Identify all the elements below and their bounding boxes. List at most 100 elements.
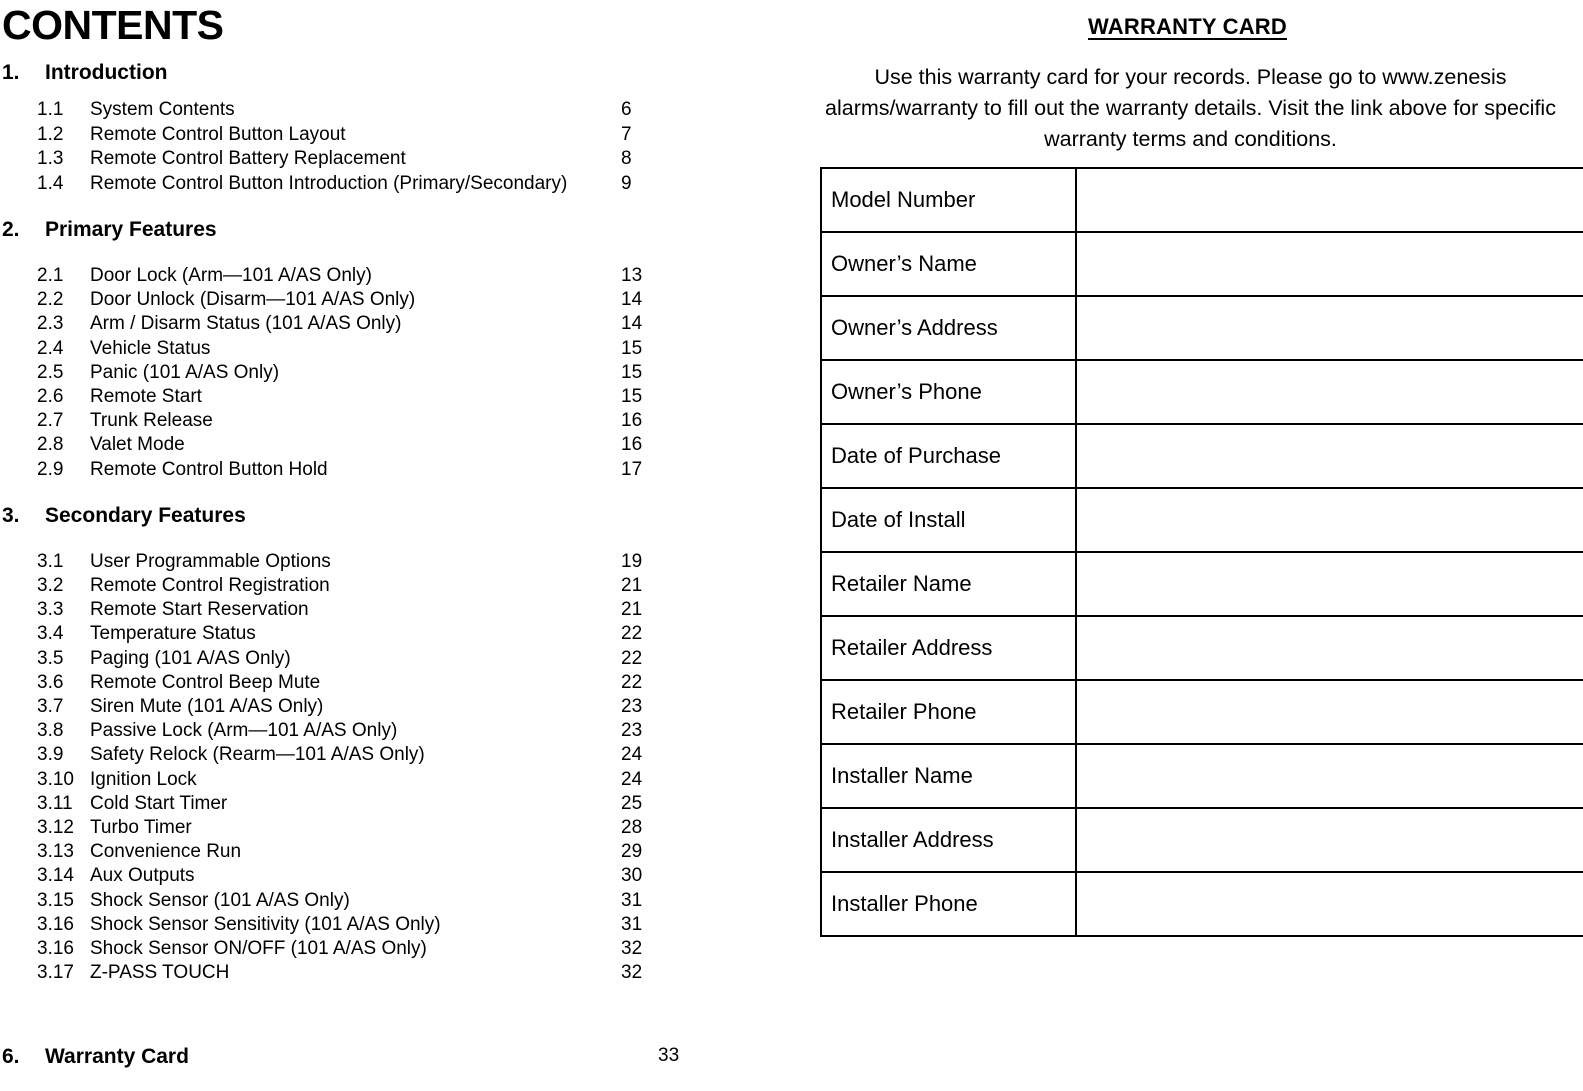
toc-entry-label: Remote Control Button Introduction (Prim…: [90, 172, 568, 194]
toc-entry[interactable]: 3.9 Safety Relock (Rearm—101 A/AS Only) …: [0, 743, 760, 767]
toc-entry[interactable]: 2.8 Valet Mode 16: [0, 433, 760, 457]
toc-entry-page: 14: [621, 313, 643, 335]
toc-entry[interactable]: 2.1 Door Lock (Arm—101 A/AS Only) 13: [0, 264, 760, 288]
toc-entry[interactable]: 2.4 Vehicle Status 15: [0, 337, 760, 361]
table-row: Date of Install: [820, 487, 1583, 553]
field-label: Installer Address: [820, 807, 1077, 873]
toc-entry-label: Paging (101 A/AS Only): [90, 647, 291, 669]
toc-entry-number: 3.14: [37, 865, 74, 887]
toc-entry-number: 3.16: [37, 938, 74, 960]
toc-entry[interactable]: 3.7 Siren Mute (101 A/AS Only) 23: [0, 695, 760, 719]
toc-entry-number: 2.6: [37, 386, 64, 408]
toc-entry-number: 2.1: [37, 265, 64, 286]
section-heading-2: 2. Primary Features: [0, 218, 760, 242]
toc-entry[interactable]: 3.13 Convenience Run 29: [0, 840, 760, 864]
toc-entry-number: 3.12: [37, 817, 74, 839]
toc-entry[interactable]: 2.9 Remote Control Button Hold 17: [0, 458, 760, 482]
toc-entry-number: 3.13: [37, 841, 74, 863]
toc-entry-label: Cold Start Timer: [90, 792, 228, 814]
toc-entry[interactable]: 1.4 Remote Control Button Introduction (…: [0, 172, 760, 197]
toc-entry-label: Remote Start: [90, 386, 202, 408]
toc-entry-label: Turbo Timer: [90, 817, 192, 839]
toc-entry[interactable]: 1.1 System Contents 6: [0, 98, 760, 123]
toc-entry[interactable]: 3.16 Shock Sensor Sensitivity (101 A/AS …: [0, 913, 760, 937]
toc-entry-label: Safety Relock (Rearm—101 A/AS Only): [90, 744, 425, 766]
section-heading-6[interactable]: 6. Warranty Card 33: [0, 1045, 760, 1069]
field-value-installer-address[interactable]: [1075, 807, 1583, 873]
toc-entry[interactable]: 1.2 Remote Control Button Layout 7: [0, 123, 760, 148]
field-value-owners-name[interactable]: [1075, 231, 1583, 297]
field-value-date-of-purchase[interactable]: [1075, 423, 1583, 489]
toc-entry-label: Trunk Release: [90, 410, 213, 432]
field-value-retailer-phone[interactable]: [1075, 679, 1583, 745]
toc-entry-number: 2.2: [37, 289, 64, 311]
field-value-date-of-install[interactable]: [1075, 487, 1583, 553]
toc-entry[interactable]: 2.3 Arm / Disarm Status (101 A/AS Only) …: [0, 312, 760, 336]
field-value-retailer-name[interactable]: [1075, 551, 1583, 617]
toc-entry-page: 7: [621, 123, 632, 145]
section-page: 33: [658, 1045, 680, 1067]
toc-entry-label: Z-PASS TOUCH: [90, 962, 230, 984]
table-row: Installer Address: [820, 807, 1583, 873]
table-row: Owner’s Phone: [820, 359, 1583, 425]
toc-group-3: 3.1 User Programmable Options 19 3.2 Rem…: [0, 550, 760, 986]
field-value-owners-phone[interactable]: [1075, 359, 1583, 425]
toc-entry[interactable]: 3.11 Cold Start Timer 25: [0, 792, 760, 816]
toc-entry-label: Convenience Run: [90, 841, 242, 863]
toc-entry[interactable]: 3.5 Paging (101 A/AS Only) 22: [0, 647, 760, 671]
toc-entry[interactable]: 3.16 Shock Sensor ON/OFF (101 A/AS Only)…: [0, 937, 760, 961]
toc-entry[interactable]: 3.12 Turbo Timer 28: [0, 816, 760, 840]
toc-entry[interactable]: 2.2 Door Unlock (Disarm—101 A/AS Only) 1…: [0, 288, 760, 312]
toc-entry-number: 1.2: [37, 123, 64, 145]
field-value-owners-address[interactable]: [1075, 295, 1583, 361]
toc-entry[interactable]: 2.6 Remote Start 15: [0, 385, 760, 409]
toc-entry-label: Temperature Status: [90, 623, 256, 645]
field-label: Owner’s Address: [820, 295, 1077, 361]
section-number: 1.: [2, 61, 20, 84]
toc-entry[interactable]: 3.6 Remote Control Beep Mute 22: [0, 671, 760, 695]
toc-entry-label: Ignition Lock: [90, 768, 197, 790]
toc-entry-label: Shock Sensor (101 A/AS Only): [90, 889, 350, 911]
field-value-installer-name[interactable]: [1075, 743, 1583, 809]
toc-entry[interactable]: 3.14 Aux Outputs 30: [0, 864, 760, 888]
field-value-installer-phone[interactable]: [1075, 871, 1583, 937]
table-row: Owner’s Name: [820, 231, 1583, 297]
toc-entry-page: 21: [621, 575, 643, 597]
toc-entry-page: 15: [621, 361, 643, 383]
field-label: Retailer Name: [820, 551, 1077, 617]
field-value-model-number[interactable]: [1075, 167, 1583, 233]
toc-entry[interactable]: 3.3 Remote Start Reservation 21: [0, 598, 760, 622]
section-heading-1: 1. Introduction: [0, 61, 760, 85]
toc-entry-label: Shock Sensor Sensitivity (101 A/AS Only): [90, 913, 441, 935]
toc-entry-number: 2.5: [37, 361, 64, 383]
toc-entry[interactable]: 3.10 Ignition Lock 24: [0, 768, 760, 792]
toc-entry[interactable]: 3.1 User Programmable Options 19: [0, 550, 760, 574]
toc-entry-number: 2.9: [37, 458, 64, 480]
toc-entry-number: 2.7: [37, 410, 64, 432]
toc-entry-label: Valet Mode: [90, 434, 185, 456]
toc-entry[interactable]: 3.2 Remote Control Registration 21: [0, 574, 760, 598]
toc-entry[interactable]: 3.8 Passive Lock (Arm—101 A/AS Only) 23: [0, 719, 760, 743]
toc-entry-label: Remote Control Beep Mute: [90, 671, 321, 693]
toc-entry[interactable]: 1.3 Remote Control Battery Replacement 8: [0, 147, 760, 172]
toc-group-1: 1.1 System Contents 6 1.2 Remote Control…: [0, 98, 760, 196]
section-label: Warranty Card: [45, 1045, 189, 1069]
toc-entry-number: 2.3: [37, 313, 64, 335]
toc-entry[interactable]: 3.4 Temperature Status 22: [0, 622, 760, 646]
toc-entry-page: 9: [621, 172, 632, 194]
field-label: Retailer Address: [820, 615, 1077, 681]
toc-entry[interactable]: 2.5 Panic (101 A/AS Only) 15: [0, 361, 760, 385]
toc-entry[interactable]: 3.17 Z-PASS TOUCH 32: [0, 961, 760, 985]
toc-entry[interactable]: 3.15 Shock Sensor (101 A/AS Only) 31: [0, 889, 760, 913]
toc-entry[interactable]: 2.7 Trunk Release 16: [0, 409, 760, 433]
field-label: Installer Name: [820, 743, 1077, 809]
field-value-retailer-address[interactable]: [1075, 615, 1583, 681]
toc-entry-number: 3.3: [37, 599, 64, 621]
